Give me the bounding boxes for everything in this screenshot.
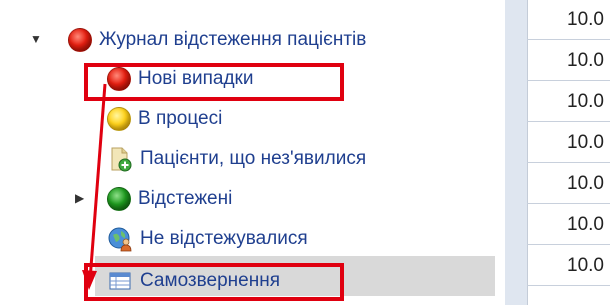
highlight-box-new-cases <box>84 63 344 101</box>
red-circle-icon <box>68 28 92 52</box>
grid-row-header-band <box>505 0 528 305</box>
tree-root-patient-tracking-log[interactable]: Журнал відстеження пацієнтів <box>68 24 366 56</box>
tree-item-in-progress[interactable]: В процесі <box>107 103 222 135</box>
tree-root-label: Журнал відстеження пацієнтів <box>99 29 367 50</box>
grid-cell[interactable]: 10.0 <box>527 205 610 245</box>
data-grid: 10.0 10.0 10.0 10.0 10.0 10.0 10.0 <box>505 0 610 305</box>
grid-cell[interactable]: 10.0 <box>527 0 610 40</box>
grid-cell[interactable]: 10.0 <box>527 123 610 163</box>
yellow-circle-icon <box>107 107 131 131</box>
tree-item-label: Пацієнти, що нез'явилися <box>140 148 367 169</box>
tree-item-label: Відстежені <box>138 188 233 209</box>
tree-item-no-show-patients[interactable]: Пацієнти, що нез'явилися <box>107 143 366 175</box>
tree-item-label: В процесі <box>138 108 223 129</box>
highlight-box-self-referral <box>84 263 344 301</box>
globe-person-icon <box>107 226 133 252</box>
tree-item-not-tracked[interactable]: Не відстежувалися <box>107 223 308 255</box>
document-add-icon <box>107 146 133 172</box>
tree-item-label: Не відстежувалися <box>140 228 308 249</box>
patient-tracking-tree: ▼ Журнал відстеження пацієнтів Нові випа… <box>0 0 505 305</box>
grid-cell[interactable]: 10.0 <box>527 164 610 204</box>
grid-cell[interactable]: 10.0 <box>527 41 610 81</box>
grid-cell[interactable]: 10.0 <box>527 246 610 286</box>
grid-cell[interactable]: 10.0 <box>527 82 610 122</box>
tree-item-tracked[interactable]: Відстежені <box>107 183 232 215</box>
expand-arrow-down-icon[interactable]: ▼ <box>30 32 42 46</box>
expand-arrow-right-icon[interactable]: ▶ <box>75 191 84 205</box>
green-circle-icon <box>107 187 131 211</box>
